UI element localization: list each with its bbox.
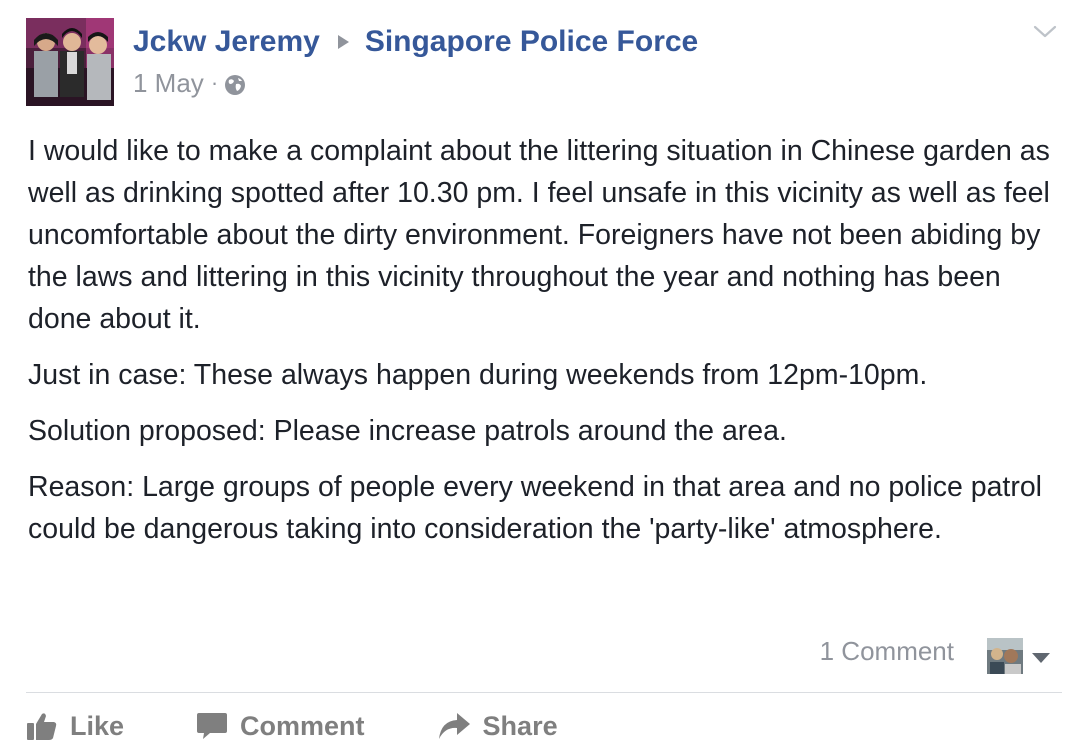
- post-paragraph: Just in case: These always happen during…: [28, 359, 928, 391]
- like-label: Like: [70, 710, 125, 741]
- share-button[interactable]: Share: [437, 711, 558, 742]
- post-meta: 1 May ·: [133, 66, 246, 100]
- post-date-link[interactable]: 1 May: [133, 68, 204, 99]
- author-name-link[interactable]: Jckw Jeremy: [133, 25, 320, 59]
- post-paragraph: Reason: Large groups of people every wee…: [28, 471, 1043, 545]
- comment-label: Comment: [240, 710, 365, 741]
- post-paragraph: Solution proposed: Please increase patro…: [28, 415, 787, 447]
- target-page-link[interactable]: Singapore Police Force: [365, 25, 698, 59]
- post-body: I would like to make a complaint about t…: [28, 130, 1058, 564]
- chevron-down-icon[interactable]: [1032, 22, 1058, 42]
- share-label: Share: [482, 710, 558, 741]
- commenter-avatar[interactable]: [987, 638, 1023, 674]
- author-avatar[interactable]: [26, 18, 114, 106]
- post-author-line: Jckw Jeremy Singapore Police Force: [133, 22, 698, 62]
- share-arrow-icon: [438, 713, 470, 739]
- facebook-post: Jckw Jeremy Singapore Police Force 1 May…: [0, 0, 1076, 746]
- post-actions: Like Comment Share: [26, 704, 630, 748]
- thumbs-up-icon: [27, 713, 57, 740]
- speech-bubble-icon: [197, 713, 228, 739]
- meta-separator: ·: [210, 70, 219, 95]
- triangle-right-icon: [337, 35, 349, 49]
- divider: [26, 692, 1062, 693]
- globe-icon[interactable]: [224, 72, 246, 95]
- like-button[interactable]: Like: [26, 711, 124, 742]
- caret-down-icon[interactable]: [1032, 653, 1050, 663]
- comment-button[interactable]: Comment: [196, 711, 365, 742]
- post-paragraph: I would like to make a complaint about t…: [28, 135, 1050, 335]
- comment-count-link[interactable]: 1 Comment: [820, 636, 954, 667]
